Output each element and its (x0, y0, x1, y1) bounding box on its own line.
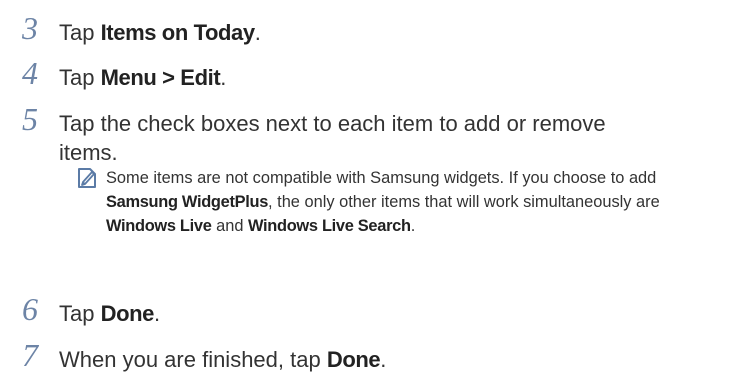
note-text-part: . (410, 217, 416, 235)
step-number: 5 (22, 101, 38, 137)
step-number: 6 (22, 291, 38, 327)
step-text-plain: Tap (59, 301, 101, 326)
step-text-end: . (220, 65, 227, 90)
note-text-bold: Windows Live (106, 217, 212, 235)
note-pencil-icon (78, 168, 96, 188)
note-text-part: , the only other items that will work si… (268, 193, 660, 211)
step-number: 3 (22, 10, 38, 46)
note-text-part: Some items are not compatible with Samsu… (106, 169, 657, 187)
note-text: Some items are not compatible with Samsu… (106, 166, 726, 238)
step-text-bold: Done (100, 301, 155, 326)
step-number: 7 (22, 337, 38, 373)
step-text: When you are finished, tap Done. (59, 345, 719, 374)
step-text: Tap Items on Today. (59, 18, 719, 47)
step-text-bold: Menu > Edit (100, 65, 221, 90)
step-text: Tap Menu > Edit. (59, 63, 719, 92)
step-text-plain: Tap (59, 20, 101, 45)
note-text-bold: Windows Live Search (248, 217, 411, 235)
step-text-plain: Tap (59, 65, 101, 90)
step-text-bold: Done (326, 347, 381, 372)
step-text-plain: When you are finished, tap (59, 347, 327, 372)
step-text-bold: Items on Today (100, 20, 256, 45)
step-text-end: . (154, 301, 161, 326)
step-number: 4 (22, 55, 38, 91)
note-text-bold: Samsung WidgetPlus (106, 193, 269, 211)
step-text: Tap the check boxes next to each item to… (59, 111, 606, 165)
step-text-end: . (380, 347, 387, 372)
note-text-part: and (211, 217, 249, 235)
step-text-end: . (254, 20, 261, 45)
step-text: Tap Done. (59, 299, 719, 328)
